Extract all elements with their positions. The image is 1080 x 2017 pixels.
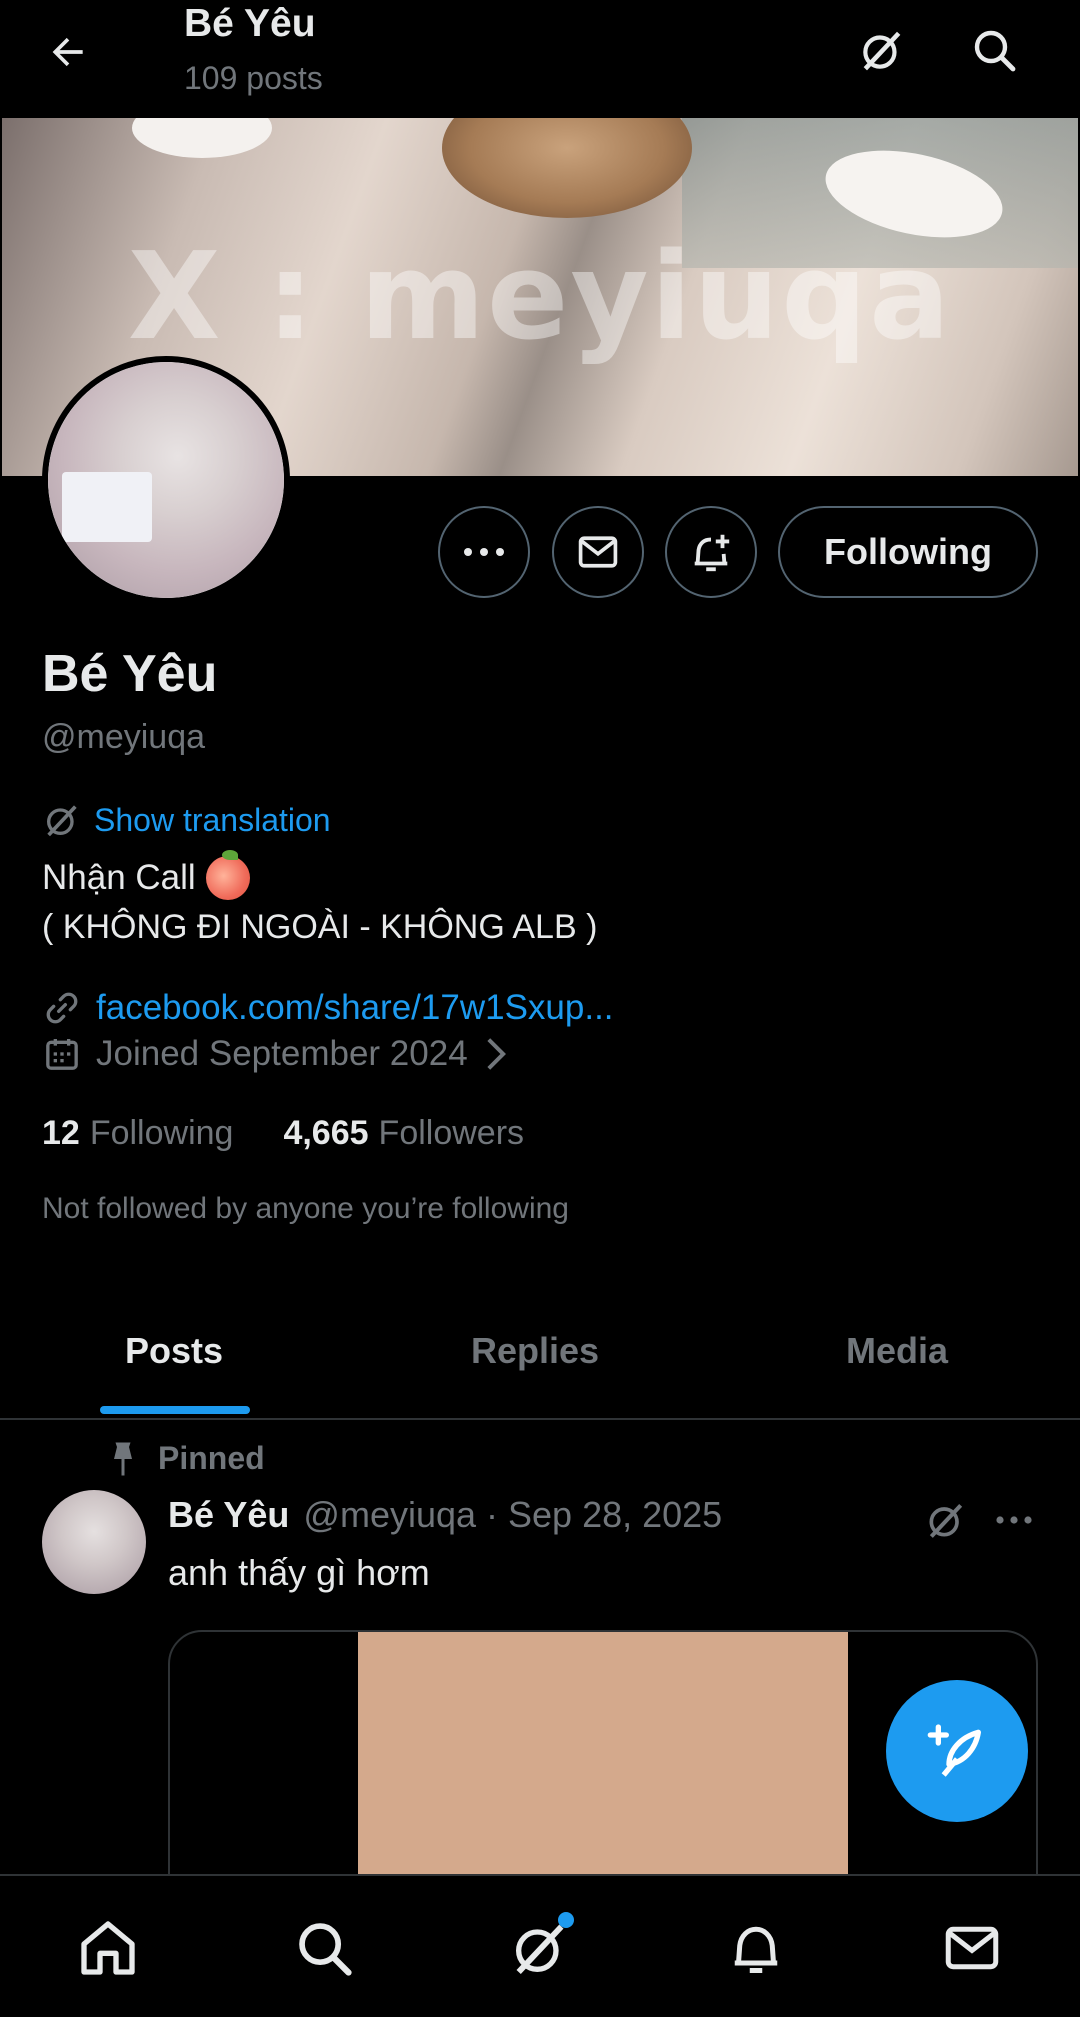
follow-stats: 12 Following 4,665 Followers xyxy=(42,1114,524,1153)
profile-link-text: facebook.com/share/17w1Sxup... xyxy=(96,988,614,1027)
feather-plus-icon xyxy=(927,1724,981,1777)
pin-icon xyxy=(114,1442,132,1475)
post-more-button[interactable] xyxy=(984,1492,1044,1548)
chevron-right-icon xyxy=(487,1038,506,1070)
mutual-followers-note: Not followed by anyone you’re following xyxy=(42,1192,569,1225)
banner-cat-sticker xyxy=(442,118,692,218)
top-bar: Bé Yêu 109 posts xyxy=(0,0,1080,118)
message-button[interactable] xyxy=(552,506,644,598)
profile-avatar[interactable] xyxy=(42,356,290,604)
search-icon xyxy=(974,30,1016,72)
bio-line-1: Nhận Call xyxy=(42,850,250,900)
peach-emoji-icon xyxy=(205,850,250,900)
show-translation-link[interactable]: Show translation xyxy=(42,800,331,840)
followers-label: Followers xyxy=(378,1114,525,1152)
mail-icon xyxy=(945,1926,999,1970)
following-stat[interactable]: 12 Following xyxy=(42,1114,233,1153)
profile-tabs: Posts Replies Media xyxy=(0,1300,1080,1420)
pinned-text: Pinned xyxy=(158,1440,265,1476)
tab-replies[interactable]: Replies xyxy=(471,1330,599,1372)
compose-button[interactable] xyxy=(886,1680,1028,1822)
arrow-left-icon xyxy=(52,37,83,67)
notify-button[interactable] xyxy=(665,506,757,598)
nav-notifications[interactable] xyxy=(720,1912,792,1984)
bell-plus-icon xyxy=(694,534,730,572)
post-header: Bé Yêu @meyiuqa · Sep 28, 2025 xyxy=(168,1494,722,1536)
more-icon xyxy=(996,1516,1032,1524)
bio-text: Nhận Call xyxy=(42,858,196,897)
post-author-name[interactable]: Bé Yêu xyxy=(168,1494,289,1536)
search-button[interactable] xyxy=(964,20,1024,80)
link-icon xyxy=(46,992,78,1024)
following-button[interactable]: Following xyxy=(778,506,1038,598)
more-icon xyxy=(464,548,504,556)
profile-name: Bé Yêu xyxy=(42,645,218,703)
home-icon xyxy=(81,1921,135,1975)
notification-dot xyxy=(558,1912,574,1928)
post-avatar[interactable] xyxy=(42,1490,146,1594)
followers-stat[interactable]: 4,665 Followers xyxy=(283,1114,524,1153)
grok-icon xyxy=(863,31,901,71)
nav-messages[interactable] xyxy=(936,1912,1008,1984)
bio-line-2: ( KHÔNG ĐI NGOÀI - KHÔNG ALB ) xyxy=(42,908,598,946)
banner-watermark: X : meyiuqa xyxy=(127,228,953,367)
pinned-label: Pinned xyxy=(108,1440,265,1477)
header-post-count: 109 posts xyxy=(184,60,323,96)
followers-count: 4,665 xyxy=(283,1114,369,1152)
following-label: Following xyxy=(89,1114,234,1152)
nav-search[interactable] xyxy=(288,1912,360,1984)
tab-posts[interactable]: Posts xyxy=(125,1330,223,1372)
active-tab-indicator xyxy=(100,1406,250,1414)
nav-grok[interactable] xyxy=(504,1912,576,1984)
banner-sticker xyxy=(132,118,272,158)
grok-button[interactable] xyxy=(852,20,912,80)
post-meta: @meyiuqa · Sep 28, 2025 xyxy=(303,1494,723,1535)
profile-handle: @meyiuqa xyxy=(42,718,206,756)
joined-date[interactable]: Joined September 2024 xyxy=(42,1034,510,1074)
post-grok-button[interactable] xyxy=(918,1492,974,1548)
joined-text: Joined September 2024 xyxy=(96,1034,468,1073)
calendar-icon xyxy=(46,1039,78,1070)
following-count: 12 xyxy=(42,1114,80,1152)
bell-icon xyxy=(734,1926,778,1973)
back-button[interactable] xyxy=(42,26,94,78)
show-translation-label: Show translation xyxy=(94,801,331,838)
bottom-navigation xyxy=(0,1874,1080,2017)
search-icon xyxy=(299,1923,352,1976)
more-button[interactable] xyxy=(438,506,530,598)
grok-icon xyxy=(47,805,77,837)
profile-link[interactable]: facebook.com/share/17w1Sxup... xyxy=(42,988,614,1028)
nav-home[interactable] xyxy=(72,1912,144,1984)
header-title: Bé Yêu xyxy=(184,2,316,45)
avatar-image-detail xyxy=(62,472,152,542)
mail-icon xyxy=(578,536,618,568)
grok-icon xyxy=(929,1503,963,1538)
tab-media[interactable]: Media xyxy=(846,1330,948,1372)
post-text: anh thấy gì hơm xyxy=(168,1552,430,1593)
